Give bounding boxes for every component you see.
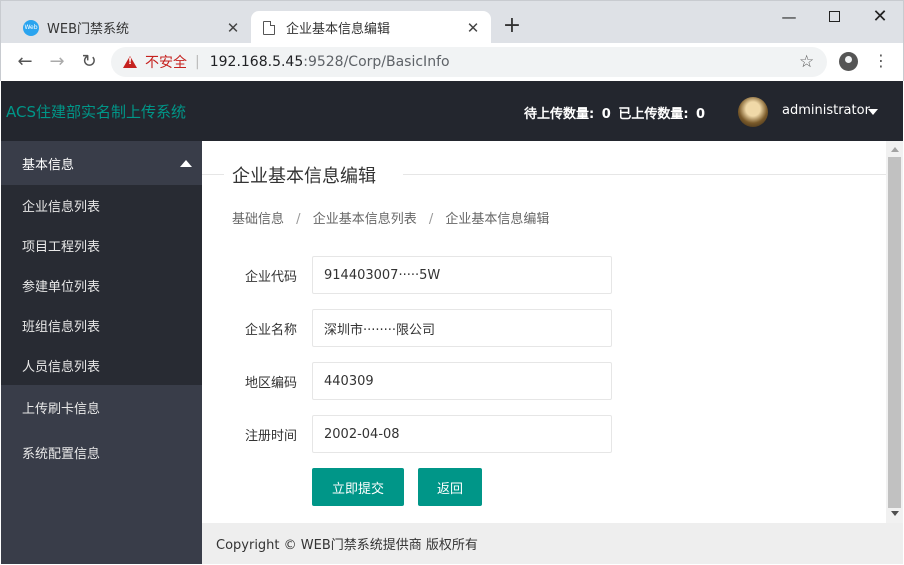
footer: Copyright © WEB门禁系统提供商 版权所有 bbox=[202, 523, 903, 564]
legend-divider bbox=[202, 174, 224, 175]
url-host: 192.168.5.45 bbox=[209, 54, 304, 70]
security-label[interactable]: 不安全 bbox=[145, 52, 187, 72]
sidebar-group-basic-info[interactable]: 基本信息 bbox=[1, 141, 202, 185]
minimize-button[interactable]: — bbox=[774, 7, 804, 27]
breadcrumb-separator: / bbox=[296, 212, 301, 227]
tab-title: WEB门禁系统 bbox=[47, 22, 129, 37]
star-icon[interactable]: ☆ bbox=[799, 52, 814, 72]
uploaded-label: 已上传数量: bbox=[618, 107, 689, 122]
browser-toolbar: ← → ↻ 不安全 | 192.168.5.45:9528/Corp/Basic… bbox=[0, 43, 904, 81]
chevron-up-icon bbox=[180, 160, 192, 167]
sidebar: 基本信息 企业信息列表 项目工程列表 参建单位列表 班组信息列表 人员信息列表 … bbox=[1, 141, 202, 564]
address-bar[interactable]: 不安全 | 192.168.5.45:9528/Corp/BasicInfo bbox=[111, 47, 827, 77]
browser-tabstrip: Web WEB门禁系统 ✕ 企业基本信息编辑 ✕ + — ✕ bbox=[0, 0, 904, 44]
back-arrow-icon[interactable]: ← bbox=[13, 50, 37, 74]
upload-stats: 待上传数量: 0 已上传数量: 0 bbox=[524, 103, 708, 122]
page-title: 企业基本信息编辑 bbox=[232, 166, 376, 187]
tab-title: 企业基本信息编辑 bbox=[286, 22, 391, 37]
app-header: ACS住建部实名制上传系统 待上传数量: 0 已上传数量: 0 administ… bbox=[1, 81, 903, 141]
breadcrumb-item[interactable]: 基础信息 bbox=[232, 212, 284, 227]
profile-icon[interactable] bbox=[839, 52, 858, 71]
close-icon[interactable]: ✕ bbox=[225, 19, 241, 37]
sidebar-item-project-list[interactable]: 项目工程列表 bbox=[1, 225, 202, 265]
browser-tab-corp-edit[interactable]: 企业基本信息编辑 ✕ bbox=[251, 11, 491, 44]
username[interactable]: administrator bbox=[782, 103, 870, 118]
maximize-button[interactable] bbox=[819, 7, 849, 27]
sidebar-item-corp-list[interactable]: 企业信息列表 bbox=[1, 185, 202, 225]
submit-button[interactable]: 立即提交 bbox=[312, 468, 404, 506]
form-row-register-date: 注册时间 bbox=[232, 415, 612, 453]
sidebar-item-personnel-list[interactable]: 人员信息列表 bbox=[1, 345, 202, 385]
window-close-button[interactable]: ✕ bbox=[865, 7, 895, 27]
warning-icon bbox=[123, 56, 137, 68]
scroll-down-icon[interactable] bbox=[891, 511, 899, 516]
chevron-down-icon[interactable] bbox=[868, 109, 878, 115]
document-icon bbox=[263, 20, 275, 35]
pending-label: 待上传数量: bbox=[524, 107, 595, 122]
sidebar-item-upload-card[interactable]: 上传刷卡信息 bbox=[1, 385, 202, 430]
main-content: 企业基本信息编辑 基础信息 / 企业基本信息列表 / 企业基本信息编辑 企业代码… bbox=[202, 141, 886, 523]
sidebar-item-team-list[interactable]: 班组信息列表 bbox=[1, 305, 202, 345]
close-icon[interactable]: ✕ bbox=[465, 19, 481, 37]
sidebar-group-label: 基本信息 bbox=[22, 157, 75, 173]
sidebar-item-system-config[interactable]: 系统配置信息 bbox=[1, 430, 202, 475]
app-brand[interactable]: ACS住建部实名制上传系统 bbox=[6, 101, 186, 122]
breadcrumb-separator: / bbox=[428, 212, 434, 227]
breadcrumb: 基础信息 / 企业基本信息列表 / 企业基本信息编辑 bbox=[232, 208, 549, 227]
url-path: :9528/Corp/BasicInfo bbox=[303, 54, 450, 70]
scroll-thumb[interactable] bbox=[888, 157, 901, 508]
maximize-icon bbox=[828, 11, 840, 22]
browser-tab-web-system[interactable]: Web WEB门禁系统 ✕ bbox=[13, 11, 251, 44]
sidebar-subnav: 企业信息列表 项目工程列表 参建单位列表 班组信息列表 人员信息列表 bbox=[1, 185, 202, 385]
scrollbar[interactable] bbox=[886, 141, 903, 523]
corp-code-label: 企业代码 bbox=[244, 269, 297, 285]
register-date-label: 注册时间 bbox=[244, 428, 297, 444]
forward-arrow-icon[interactable]: → bbox=[45, 50, 69, 74]
corp-name-label: 企业名称 bbox=[244, 322, 297, 338]
form-row-corp-name: 企业名称 bbox=[232, 309, 612, 347]
menu-icon[interactable]: ⋮ bbox=[873, 51, 889, 71]
legend-divider bbox=[403, 174, 886, 175]
area-code-input[interactable] bbox=[312, 362, 612, 400]
breadcrumb-item[interactable]: 企业基本信息列表 bbox=[313, 212, 417, 227]
form-row-corp-code: 企业代码 bbox=[232, 256, 612, 294]
area-code-label: 地区编码 bbox=[244, 375, 297, 391]
scroll-up-icon[interactable] bbox=[891, 147, 899, 152]
corp-name-input[interactable] bbox=[312, 309, 612, 347]
register-date-input[interactable] bbox=[312, 415, 612, 453]
breadcrumb-item-current: 企业基本信息编辑 bbox=[445, 212, 550, 227]
reload-icon[interactable]: ↻ bbox=[77, 50, 101, 74]
back-button[interactable]: 返回 bbox=[418, 468, 482, 506]
uploaded-count: 0 bbox=[696, 107, 706, 122]
sidebar-item-participant-list[interactable]: 参建单位列表 bbox=[1, 265, 202, 305]
web-favicon-icon: Web bbox=[23, 19, 39, 36]
pending-count: 0 bbox=[601, 107, 611, 122]
form-row-area-code: 地区编码 bbox=[232, 362, 612, 400]
copyright-text: Copyright © WEB门禁系统提供商 版权所有 bbox=[216, 538, 478, 553]
new-tab-button[interactable]: + bbox=[501, 15, 523, 37]
address-separator: | bbox=[195, 54, 200, 70]
corp-code-input[interactable] bbox=[312, 256, 612, 294]
avatar[interactable] bbox=[738, 97, 768, 127]
